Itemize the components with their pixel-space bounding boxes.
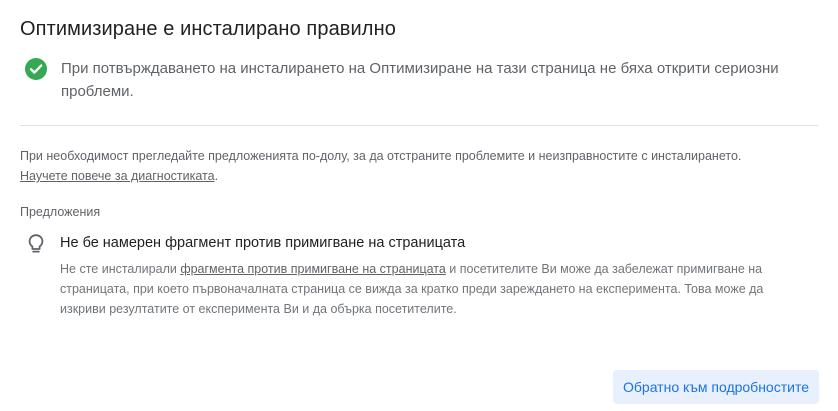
suggestion-body-before: Не сте инсталирали bbox=[60, 262, 181, 276]
learn-more-diagnostics-link[interactable]: Научете повече за диагностиката bbox=[20, 169, 215, 183]
suggestion-item: Не бе намерен фрагмент против примигване… bbox=[27, 233, 817, 319]
suggestion-content: Не бе намерен фрагмент против примигване… bbox=[60, 233, 810, 319]
status-message: При потвърждаването на инсталирането на … bbox=[61, 60, 779, 100]
dialog-title: Оптимизиране е инсталирано правилно bbox=[20, 18, 396, 40]
suggestions-heading: Предложения bbox=[20, 205, 101, 219]
suggestion-title: Не бе намерен фрагмент против примигване… bbox=[60, 235, 466, 251]
lightbulb-icon bbox=[27, 233, 45, 255]
back-to-details-button[interactable]: Обратно към подробностите bbox=[613, 370, 819, 404]
status-row: При потвърждаването на инсталирането на … bbox=[25, 57, 815, 103]
intro-message: При необходимост прегледайте предложения… bbox=[20, 149, 742, 163]
divider bbox=[20, 125, 818, 126]
check-circle-icon bbox=[25, 58, 47, 80]
installation-check-dialog: Оптимизиране е инсталирано правилно При … bbox=[0, 0, 838, 411]
anti-flicker-snippet-link[interactable]: фрагмента против примигване на страницат… bbox=[180, 262, 446, 276]
suggestion-description: Не сте инсталирали фрагмента против прим… bbox=[60, 259, 810, 319]
intro-trailing: . bbox=[214, 169, 219, 183]
intro-text: При необходимост прегледайте предложения… bbox=[20, 146, 810, 186]
